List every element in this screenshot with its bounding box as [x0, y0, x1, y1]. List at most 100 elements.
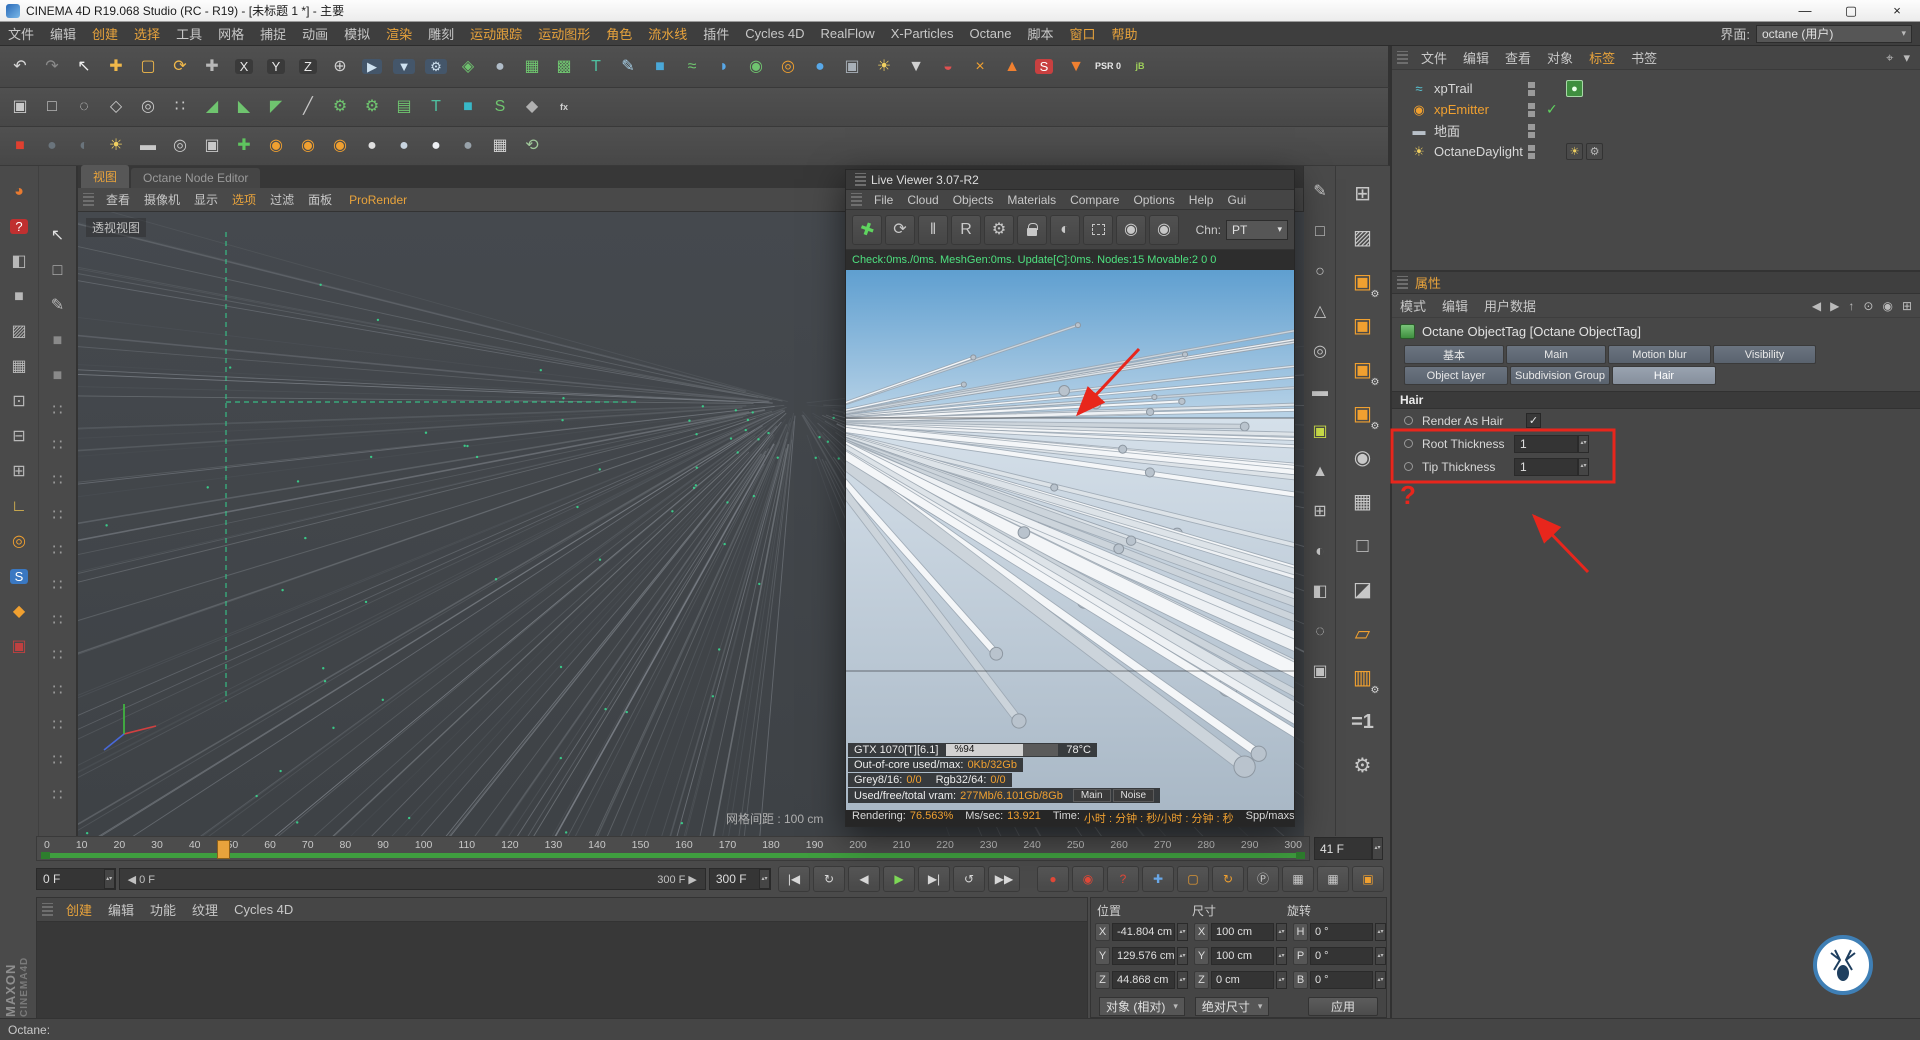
record-scene-button[interactable]: ■	[4, 130, 36, 162]
block2-icon[interactable]: ■	[43, 358, 73, 393]
subdivision-surface-button[interactable]: ▩	[548, 51, 580, 83]
drag-grip-icon[interactable]	[42, 903, 53, 916]
undo-button[interactable]: ↶	[4, 51, 36, 83]
symmetry-icon[interactable]: ◧	[1307, 572, 1333, 612]
record-rotation-toggle[interactable]: ↻	[1212, 866, 1244, 892]
environment-object-icon[interactable]: ▣	[196, 130, 228, 162]
texture-mode-icon[interactable]: ▨	[4, 314, 34, 349]
sound-sphere-icon[interactable]: S	[4, 559, 34, 594]
tab-motion-blur[interactable]: Motion blur	[1608, 345, 1711, 364]
menu-pipeline[interactable]: 流水线	[640, 21, 695, 46]
octane-scatter-icon[interactable]: ▣⚙	[1343, 260, 1383, 304]
mat-menu-function[interactable]: 功能	[142, 897, 184, 922]
gear-green-icon[interactable]: ⚙	[324, 91, 356, 123]
rectangle-selection-icon[interactable]: □	[36, 91, 68, 123]
boole-icon[interactable]: ◐	[1307, 532, 1333, 572]
start-frame-spinbox[interactable]: 0 F▴▾	[36, 868, 116, 890]
menu-octane[interactable]: Octane	[962, 23, 1020, 44]
size-z-field[interactable]: 0 cm	[1211, 971, 1274, 989]
floor-object-icon[interactable]: ▬	[132, 130, 164, 162]
menu-character[interactable]: 角色	[598, 21, 640, 46]
menu-xparticles[interactable]: X-Particles	[883, 23, 962, 44]
cone-outline-icon[interactable]: △	[1307, 292, 1333, 332]
vp-menu-cameras[interactable]: 摄像机	[137, 189, 187, 210]
root-thickness-field[interactable]: 1	[1514, 435, 1578, 453]
prorender-menu[interactable]: ProRender	[339, 191, 417, 209]
snap-grid-icon[interactable]: ∷	[43, 498, 73, 533]
points-mode-icon[interactable]: ⊡	[4, 384, 34, 419]
stepper-control[interactable]: ▴▾	[1375, 971, 1386, 989]
frame-selection-icon[interactable]: □	[43, 253, 73, 288]
am-menu-userdata[interactable]: 用户数据	[1476, 293, 1544, 318]
gear-tag-icon[interactable]: ⚙	[1586, 143, 1603, 160]
spline-pen-icon[interactable]: ✎	[1307, 172, 1333, 212]
coordinate-mode-select[interactable]: 对象 (相对)▾	[1099, 997, 1185, 1016]
menu-render[interactable]: 渲染	[378, 21, 420, 46]
octane-objects-icon[interactable]: ▣	[1343, 304, 1383, 348]
material-list-area[interactable]	[37, 922, 1087, 1018]
metaball-icon[interactable]: ◌	[1307, 612, 1333, 652]
mode-menu-icon[interactable]: ▣	[4, 91, 36, 123]
current-frame-field[interactable]: 41 F	[1314, 837, 1372, 860]
tab-subdivision-group[interactable]: Subdivision Group	[1510, 366, 1610, 385]
octane-hdri-icon[interactable]: ◉	[1343, 436, 1383, 480]
om-menu-view[interactable]: 查看	[1497, 45, 1539, 70]
stepper-control[interactable]: ▴▾	[1372, 837, 1383, 860]
menu-realflow[interactable]: RealFlow	[813, 23, 883, 44]
close-button[interactable]: ×	[1874, 0, 1920, 21]
lv-menu-compare[interactable]: Compare	[1063, 191, 1126, 209]
focus-icon[interactable]: ◉	[1882, 299, 1892, 313]
om-menu-tags[interactable]: 标签	[1581, 45, 1623, 70]
goto-end-button[interactable]: ▶▶	[988, 866, 1020, 892]
make-editable-icon[interactable]: ◧	[4, 244, 34, 279]
vp-menu-display[interactable]: 显示	[187, 189, 225, 210]
pause-render-button[interactable]: ‖	[918, 215, 948, 245]
camera-menu-button[interactable]: ▣	[836, 51, 868, 83]
render-image[interactable]: GTX 1070[T][6.1] %94 78°C Out-of-core us…	[846, 270, 1294, 810]
stepper-control[interactable]: ▴▾	[1578, 435, 1589, 453]
lv-menu-materials[interactable]: Materials	[1000, 191, 1063, 209]
lv-menu-file[interactable]: File	[867, 191, 900, 209]
snap-grid-icon[interactable]: ∷	[43, 393, 73, 428]
tab-object-layer[interactable]: Object layer	[1404, 366, 1508, 385]
live-selection-tool[interactable]: ↖	[68, 51, 100, 83]
dynamics-menu-button[interactable]: ●	[804, 51, 836, 83]
motext-button[interactable]: T	[580, 51, 612, 83]
lock-workplane-icon[interactable]: ▣	[4, 629, 34, 664]
model-mode-icon[interactable]: ■	[4, 279, 34, 314]
render-settings-button[interactable]: ⚙	[984, 215, 1014, 245]
octane-grid-icon[interactable]: ⊞	[1343, 172, 1383, 216]
menu-select[interactable]: 选择	[126, 21, 168, 46]
octane-vdb-icon[interactable]: ▣⚙	[1343, 348, 1383, 392]
psr-badge-button[interactable]: PSR 0	[1092, 51, 1124, 83]
drag-grip-icon[interactable]	[855, 173, 866, 186]
position-x-field[interactable]: -41.804 cm	[1112, 923, 1175, 941]
playhead[interactable]	[217, 840, 230, 859]
record-scale-toggle[interactable]: ▢	[1177, 866, 1209, 892]
sphere-shaded2-icon[interactable]: ◐	[68, 130, 100, 162]
menu-animate[interactable]: 动画	[294, 21, 336, 46]
range-handle[interactable]	[41, 852, 50, 859]
lv-menu-help[interactable]: Help	[1182, 191, 1221, 209]
keyframe-circle-icon[interactable]	[1404, 439, 1413, 448]
mat-menu-cycles[interactable]: Cycles 4D	[226, 899, 301, 920]
light-menu-button[interactable]: ☀	[868, 51, 900, 83]
menu-help[interactable]: 帮助	[1104, 21, 1146, 46]
pen-icon[interactable]: ✎	[43, 288, 73, 323]
gear-green2-icon[interactable]: ⚙	[356, 91, 388, 123]
visibility-dots[interactable]	[1528, 145, 1535, 161]
keyframe-circle-icon[interactable]	[1404, 462, 1413, 471]
lv-menu-cloud[interactable]: Cloud	[900, 191, 945, 209]
rotation-h-field[interactable]: 0 °	[1310, 923, 1373, 941]
pen-tool-button[interactable]: ✎	[612, 51, 644, 83]
drag-grip-icon[interactable]	[1397, 51, 1408, 64]
render-passes-icon[interactable]: =1	[1343, 700, 1383, 744]
timeline-options-button[interactable]: ▦	[1317, 866, 1349, 892]
range-handle[interactable]	[1296, 852, 1305, 859]
snap-grid-icon[interactable]: ∷	[43, 743, 73, 778]
previous-frame-button[interactable]: ◀	[848, 866, 880, 892]
mat-menu-texture[interactable]: 纹理	[184, 897, 226, 922]
octane-objecttag-icon[interactable]: ●	[1566, 80, 1583, 97]
deformer-menu-button[interactable]: ◗	[708, 51, 740, 83]
material-ball4-icon[interactable]: ●	[452, 130, 484, 162]
